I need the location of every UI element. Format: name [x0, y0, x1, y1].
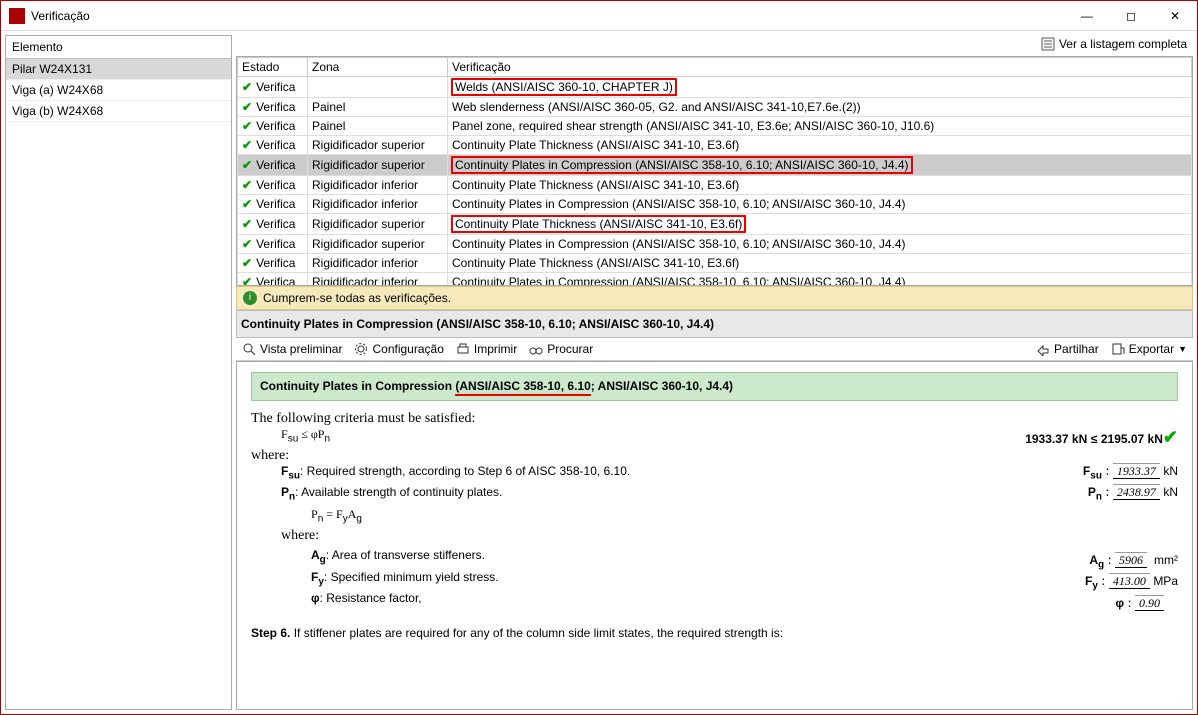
element-panel: Elemento Pilar W24X131 Viga (a) W24X68 V…	[5, 35, 232, 710]
export-button[interactable]: Exportar ▼	[1111, 342, 1187, 356]
ag-line: Ag: Area of transverse stiffeners.	[281, 548, 978, 565]
gear-icon	[354, 342, 368, 356]
report-toolbar: Vista preliminar Configuração Imprimir P…	[236, 338, 1193, 361]
pn-line: Pn: Available strength of continuity pla…	[281, 485, 978, 502]
share-icon	[1036, 342, 1050, 356]
table-row[interactable]: ✔VerificaRigidificador superiorContinuit…	[238, 136, 1192, 155]
check-icon: ✔	[242, 197, 252, 211]
value-fy: Fy : 413.00 MPa	[978, 574, 1178, 591]
table-row[interactable]: ✔VerificaWelds (ANSI/AISC 360-10, CHAPTE…	[238, 77, 1192, 98]
where-label: where:	[251, 448, 1178, 464]
check-icon: ✔	[242, 100, 252, 114]
check-icon: ✔	[242, 119, 252, 133]
criteria-text: The following criteria must be satisfied…	[251, 411, 1178, 427]
full-listing-link[interactable]: Ver a listagem completa	[1041, 37, 1187, 51]
status-text: Cumprem-se todas as verificações.	[263, 291, 451, 305]
minimize-button[interactable]: —	[1065, 1, 1109, 31]
element-item[interactable]: Pilar W24X131	[6, 59, 231, 80]
step6-line: Step 6. If stiffener plates are required…	[251, 626, 1178, 642]
check-icon: ✔	[242, 237, 252, 251]
check-icon: ✔	[242, 217, 252, 231]
config-button[interactable]: Configuração	[354, 342, 443, 356]
phi-line: φ: Resistance factor,	[281, 591, 978, 607]
printer-icon	[456, 342, 470, 356]
check-icon: ✔	[242, 80, 252, 94]
check-icon: ✔	[1163, 427, 1178, 447]
magnifier-icon	[242, 342, 256, 356]
close-button[interactable]: ✕	[1153, 1, 1197, 31]
titlebar: Verificação — ◻ ✕	[1, 1, 1197, 31]
maximize-button[interactable]: ◻	[1109, 1, 1153, 31]
section-title: Continuity Plates in Compression (ANSI/A…	[236, 310, 1193, 338]
dropdown-caret-icon: ▼	[1178, 344, 1187, 354]
element-item[interactable]: Viga (b) W24X68	[6, 101, 231, 122]
check-icon: ✔	[242, 256, 252, 270]
table-row[interactable]: ✔VerificaPainelPanel zone, required shea…	[238, 117, 1192, 136]
export-icon	[1111, 342, 1125, 356]
list-icon	[1041, 37, 1055, 51]
col-estado[interactable]: Estado	[238, 58, 308, 77]
element-panel-header: Elemento	[6, 36, 231, 59]
fy-line: Fy: Specified minimum yield stress.	[281, 570, 978, 587]
find-button[interactable]: Procurar	[529, 342, 593, 356]
value-phi: φ : 0.90	[978, 596, 1178, 612]
col-verif[interactable]: Verificação	[448, 58, 1192, 77]
result-check: 1933.37 kN ≤ 2195.07 kN✔	[1025, 427, 1178, 448]
table-row[interactable]: ✔VerificaPainelWeb slenderness (ANSI/AIS…	[238, 98, 1192, 117]
report-title: Continuity Plates in Compression (ANSI/A…	[251, 372, 1178, 401]
window-title: Verificação	[31, 9, 1065, 23]
preview-button[interactable]: Vista preliminar	[242, 342, 342, 356]
info-icon: i	[243, 291, 257, 305]
element-item[interactable]: Viga (a) W24X68	[6, 80, 231, 101]
check-icon: ✔	[242, 275, 252, 286]
table-row[interactable]: ✔VerificaRigidificador inferiorContinuit…	[238, 176, 1192, 195]
status-bar: i Cumprem-se todas as verificações.	[236, 286, 1193, 310]
app-icon	[9, 8, 25, 24]
col-zona[interactable]: Zona	[308, 58, 448, 77]
table-row[interactable]: ✔VerificaRigidificador inferiorContinuit…	[238, 195, 1192, 214]
where2-label: where:	[281, 528, 978, 544]
table-row[interactable]: ✔VerificaRigidificador superiorContinuit…	[238, 214, 1192, 235]
check-icon: ✔	[242, 178, 252, 192]
value-fsu: Fsu : 1933.37 kN	[978, 464, 1178, 481]
formula-main: Fsu ≤ φPn	[251, 427, 1025, 444]
print-button[interactable]: Imprimir	[456, 342, 517, 356]
pn-formula: Pn = FyAg	[281, 507, 978, 524]
full-listing-label: Ver a listagem completa	[1059, 37, 1187, 51]
element-list[interactable]: Pilar W24X131 Viga (a) W24X68 Viga (b) W…	[6, 59, 231, 709]
check-icon: ✔	[242, 138, 252, 152]
table-row[interactable]: ✔VerificaRigidificador inferiorContinuit…	[238, 273, 1192, 287]
table-row[interactable]: ✔VerificaRigidificador superiorContinuit…	[238, 235, 1192, 254]
binoculars-icon	[529, 342, 543, 356]
value-ag: Ag : 5906 mm²	[978, 553, 1178, 570]
report-area[interactable]: Continuity Plates in Compression (ANSI/A…	[236, 361, 1193, 710]
table-row[interactable]: ✔VerificaRigidificador inferiorContinuit…	[238, 254, 1192, 273]
check-icon: ✔	[242, 158, 252, 172]
table-row[interactable]: ✔VerificaRigidificador superiorContinuit…	[238, 155, 1192, 176]
share-button[interactable]: Partilhar	[1036, 342, 1099, 356]
verification-grid[interactable]: Estado Zona Verificação ✔VerificaWelds (…	[236, 56, 1193, 286]
value-pn: Pn : 2438.97 kN	[978, 485, 1178, 502]
fsu-line: Fsu: Required strength, according to Ste…	[281, 464, 978, 481]
